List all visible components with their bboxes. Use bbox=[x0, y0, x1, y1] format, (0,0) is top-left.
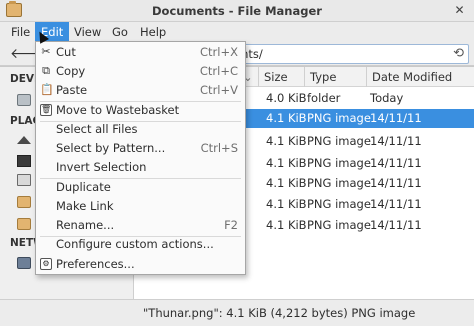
file-size: 4.1 KiB bbox=[266, 197, 307, 211]
menu-item-select-all[interactable]: Select all Files bbox=[36, 120, 245, 139]
network-icon[interactable] bbox=[17, 257, 31, 269]
menu-view[interactable]: View bbox=[68, 22, 107, 42]
file-type: PNG image bbox=[307, 218, 371, 232]
trash-icon: 🗑 bbox=[40, 104, 52, 116]
file-type: PNG image bbox=[307, 134, 371, 148]
status-text: "Thunar.png": 4.1 KiB (4,212 bytes) PNG … bbox=[143, 306, 416, 320]
menu-item-accel: Ctrl+X bbox=[200, 45, 238, 59]
desktop-icon[interactable] bbox=[17, 155, 31, 167]
file-size: 4.1 KiB bbox=[266, 156, 307, 170]
sidebar-heading-devices: DEVI bbox=[10, 73, 38, 85]
menu-item-move-to-wastebasket[interactable]: 🗑 Move to Wastebasket bbox=[36, 101, 245, 120]
file-type: PNG image bbox=[307, 176, 371, 190]
location-bar[interactable]: ents/ ⟲ bbox=[233, 44, 469, 64]
menu-bar: File Edit View Go Help bbox=[0, 22, 474, 42]
drive-icon[interactable] bbox=[17, 94, 31, 106]
menu-item-rename[interactable]: Rename... F2 bbox=[36, 216, 245, 235]
menu-item-label: Duplicate bbox=[56, 180, 111, 194]
folder-icon[interactable] bbox=[17, 218, 31, 230]
copy-icon: ⧉ bbox=[42, 64, 50, 77]
menu-item-label: Configure custom actions... bbox=[56, 237, 214, 251]
menu-item-select-by-pattern[interactable]: Select by Pattern... Ctrl+S bbox=[36, 139, 245, 158]
menu-file[interactable]: File bbox=[5, 22, 36, 42]
menu-item-configure-custom-actions[interactable]: Configure custom actions... bbox=[36, 235, 245, 254]
title-bar: Documents - File Manager ✕ bbox=[0, 0, 474, 22]
menu-item-label: Copy bbox=[56, 64, 86, 78]
edit-menu-popup: ✂ Cut Ctrl+X ⧉ Copy Ctrl+C 📋 Paste Ctrl+… bbox=[35, 41, 246, 275]
menu-item-label: Preferences... bbox=[56, 257, 135, 271]
menu-item-duplicate[interactable]: Duplicate bbox=[36, 178, 245, 197]
file-size: 4.1 KiB bbox=[266, 111, 307, 125]
preferences-icon: ⚙ bbox=[40, 258, 52, 270]
status-bar: "Thunar.png": 4.1 KiB (4,212 bytes) PNG … bbox=[0, 299, 474, 326]
menu-item-paste[interactable]: 📋 Paste Ctrl+V bbox=[36, 81, 245, 100]
file-date: 14/11/11 bbox=[370, 176, 422, 190]
paste-icon: 📋 bbox=[40, 83, 54, 96]
menu-go[interactable]: Go bbox=[106, 22, 134, 42]
column-date-modified[interactable]: Date Modified bbox=[366, 67, 474, 87]
file-type: PNG image bbox=[307, 197, 371, 211]
menu-help[interactable]: Help bbox=[134, 22, 172, 42]
window-title: Documents - File Manager bbox=[152, 4, 322, 18]
file-type: PNG image bbox=[307, 111, 371, 125]
file-date: 14/11/11 bbox=[370, 197, 422, 211]
menu-item-copy[interactable]: ⧉ Copy Ctrl+C bbox=[36, 62, 245, 81]
scissors-icon: ✂ bbox=[41, 45, 51, 58]
menu-item-label: Rename... bbox=[56, 218, 115, 232]
menu-item-invert-selection[interactable]: Invert Selection bbox=[36, 158, 245, 177]
file-type: folder bbox=[307, 91, 341, 105]
menu-item-accel: F2 bbox=[224, 218, 238, 232]
menu-item-label: Cut bbox=[56, 45, 76, 59]
trash-icon[interactable] bbox=[17, 174, 31, 186]
menu-item-label: Select all Files bbox=[56, 122, 138, 136]
file-size: 4.0 KiB bbox=[266, 91, 307, 105]
menu-item-cut[interactable]: ✂ Cut Ctrl+X bbox=[36, 43, 245, 62]
back-arrow-icon[interactable]: 🡐 bbox=[10, 46, 48, 62]
file-size: 4.1 KiB bbox=[266, 134, 307, 148]
close-icon[interactable]: ✕ bbox=[452, 3, 467, 18]
column-size[interactable]: Size bbox=[258, 67, 304, 87]
file-size: 4.1 KiB bbox=[266, 176, 307, 190]
file-type: PNG image bbox=[307, 156, 371, 170]
file-date: Today bbox=[370, 91, 404, 105]
menu-item-accel: Ctrl+S bbox=[200, 141, 238, 155]
column-type[interactable]: Type bbox=[304, 67, 366, 87]
menu-item-label: Invert Selection bbox=[56, 160, 147, 174]
file-size: 4.1 KiB bbox=[266, 218, 307, 232]
menu-item-preferences[interactable]: ⚙ Preferences... bbox=[36, 255, 245, 274]
menu-item-label: Paste bbox=[56, 83, 88, 97]
file-date: 14/11/11 bbox=[370, 134, 422, 148]
reload-icon[interactable]: ⟲ bbox=[453, 46, 464, 61]
menu-item-make-link[interactable]: Make Link bbox=[36, 197, 245, 216]
menu-item-label: Make Link bbox=[56, 199, 114, 213]
folder-icon[interactable] bbox=[17, 196, 31, 208]
menu-item-accel: Ctrl+V bbox=[200, 83, 238, 97]
menu-item-accel: Ctrl+C bbox=[199, 64, 238, 78]
file-date: 14/11/11 bbox=[370, 156, 422, 170]
file-date: 14/11/11 bbox=[370, 111, 422, 125]
menu-item-label: Select by Pattern... bbox=[56, 141, 166, 155]
menu-item-label: Move to Wastebasket bbox=[56, 103, 180, 117]
home-icon[interactable] bbox=[17, 136, 31, 144]
file-date: 14/11/11 bbox=[370, 218, 422, 232]
